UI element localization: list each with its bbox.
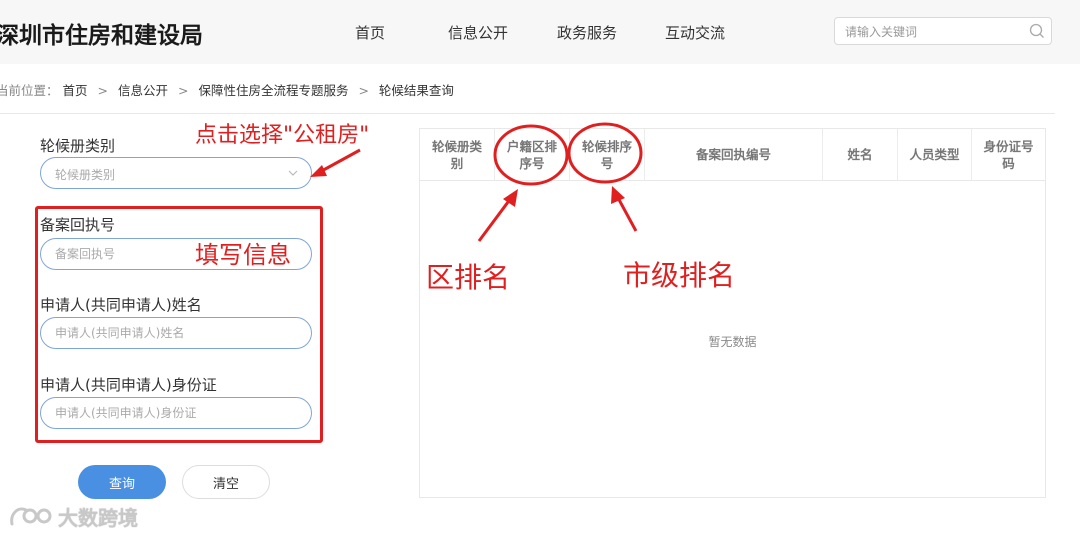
- annotation-city-rank: 市级排名: [623, 259, 736, 292]
- table-empty-text: 暂无数据: [708, 335, 757, 349]
- column-header-district-rank: 户籍区排序号: [495, 129, 570, 180]
- annotation-district-rank: 区排名: [426, 261, 511, 294]
- nav-item-interaction[interactable]: 互动交流: [665, 22, 725, 43]
- breadcrumb-separator: >: [358, 83, 369, 98]
- annotation-arrow-select: [310, 148, 361, 177]
- category-select[interactable]: 轮候册类别: [40, 157, 312, 189]
- breadcrumb-item-current: 轮候结果查询: [378, 83, 454, 98]
- breadcrumb-separator: >: [97, 83, 108, 98]
- column-header-category: 轮候册类别: [420, 129, 495, 180]
- watermark-logo-icon: [10, 507, 52, 526]
- nav-item-info-disclosure[interactable]: 信息公开: [448, 22, 508, 43]
- breadcrumb: 当前位置： 首页 > 信息公开 > 保障性住房全流程专题服务 > 轮候结果查询: [0, 80, 454, 99]
- annotation-fill-hint: 填写信息: [195, 241, 291, 269]
- nav-item-home[interactable]: 首页: [355, 22, 385, 43]
- breadcrumb-prefix: 当前位置：: [0, 83, 59, 98]
- column-header-name: 姓名: [823, 129, 898, 180]
- clear-button[interactable]: 清空: [182, 465, 270, 499]
- breadcrumb-item-topic[interactable]: 保障性住房全流程专题服务: [198, 83, 348, 98]
- site-header: 深圳市住房和建设局 首页 信息公开 政务服务 互动交流: [0, 0, 1080, 64]
- breadcrumb-separator: >: [177, 83, 189, 98]
- table-header-row: 轮候册类别 户籍区排序号 轮候排序号 备案回执编号 姓名 人员类型 身份证号码: [420, 129, 1045, 181]
- category-label: 轮候册类别: [40, 137, 116, 155]
- breadcrumb-item-home[interactable]: 首页: [63, 83, 88, 98]
- site-title: 深圳市住房和建设局: [0, 23, 203, 49]
- breadcrumb-divider: [0, 113, 1055, 114]
- search-box: [834, 17, 1052, 46]
- breadcrumb-item-info[interactable]: 信息公开: [118, 83, 168, 98]
- annotation-select-hint: 点击选择"公租房": [195, 123, 370, 148]
- search-icon[interactable]: [1029, 23, 1045, 39]
- category-select-placeholder: 轮候册类别: [55, 168, 116, 182]
- results-table: 轮候册类别 户籍区排序号 轮候排序号 备案回执编号 姓名 人员类型 身份证号码 …: [419, 128, 1046, 498]
- nav-item-gov-services[interactable]: 政务服务: [557, 22, 617, 43]
- watermark: 大数跨境: [8, 501, 138, 531]
- column-header-id-number: 身份证号码: [983, 138, 1034, 171]
- chevron-down-icon: [288, 170, 298, 176]
- query-button[interactable]: 查询: [78, 465, 166, 499]
- watermark-text: 大数跨境: [58, 505, 138, 530]
- column-header-receipt-number: 备案回执编号: [645, 129, 823, 180]
- search-input[interactable]: [843, 18, 1027, 46]
- column-header-city-rank: 轮候排序号: [570, 129, 645, 180]
- column-header-person-type: 人员类型: [898, 129, 972, 180]
